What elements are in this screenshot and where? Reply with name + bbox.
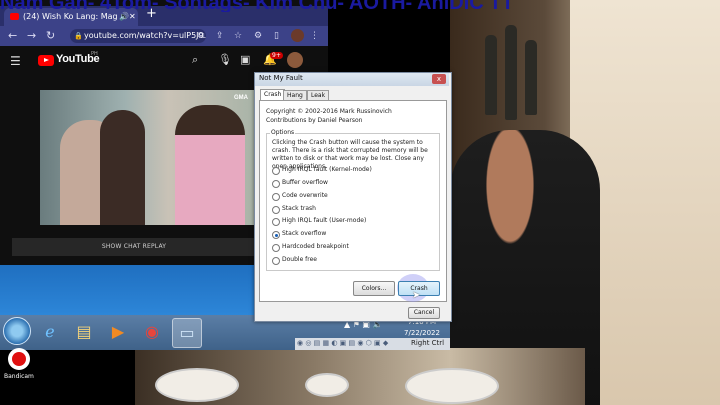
background-photo bbox=[450, 0, 720, 405]
start-button[interactable] bbox=[3, 317, 31, 345]
youtube-logo-icon[interactable] bbox=[38, 55, 54, 66]
country-code: PH bbox=[91, 51, 98, 57]
url-field[interactable]: 🔒 youtube.com/watch?v=ulP5J9... bbox=[70, 29, 206, 43]
record-icon[interactable] bbox=[8, 348, 30, 370]
hamburger-menu-icon[interactable]: ☰ bbox=[10, 54, 21, 68]
contributions-text: Contributions by Daniel Pearson bbox=[266, 117, 363, 124]
channel-watermark: GMA bbox=[234, 95, 248, 101]
radio-button[interactable] bbox=[272, 193, 280, 201]
radio-button[interactable] bbox=[272, 244, 280, 252]
options-label: Options bbox=[270, 129, 296, 136]
taskbar-file-explorer[interactable]: ▤ bbox=[70, 318, 98, 346]
create-video-icon[interactable]: ▣ bbox=[240, 53, 250, 66]
internet-explorer-icon: ℯ bbox=[45, 322, 55, 341]
url-text: youtube.com/watch?v=ulP5J9... bbox=[84, 31, 206, 40]
microphone-icon[interactable]: 🎙 bbox=[218, 53, 232, 66]
cancel-button[interactable]: Cancel bbox=[408, 307, 440, 319]
taskbar-internet-explorer[interactable]: ℯ bbox=[36, 318, 64, 346]
back-icon[interactable]: ← bbox=[8, 26, 17, 46]
clock-date[interactable]: 7/22/2022 bbox=[403, 329, 441, 337]
install-icon[interactable]: ⧉ bbox=[198, 26, 204, 46]
colors-button[interactable]: Colors... bbox=[353, 281, 395, 296]
bottom-photo bbox=[135, 348, 585, 405]
overlay-title: Nam Gan- 4Tom- Sontags- Kim Chu- AOTH- A… bbox=[0, 0, 514, 12]
extensions-icon[interactable]: ⚙ bbox=[254, 26, 262, 46]
media-player-icon: ▶ bbox=[111, 322, 125, 341]
radio-button[interactable] bbox=[272, 218, 280, 226]
profile-avatar[interactable] bbox=[291, 29, 304, 42]
account-avatar[interactable] bbox=[287, 52, 303, 68]
video-player[interactable] bbox=[40, 90, 254, 225]
bandicam-label: Bandicam bbox=[4, 373, 34, 380]
taskbar-vm-window[interactable]: ▭ bbox=[172, 318, 202, 348]
mouse-pointer-icon: ➤ bbox=[412, 290, 421, 301]
lock-icon: 🔒 bbox=[74, 32, 83, 40]
vm-icon: ▭ bbox=[179, 323, 195, 342]
sidebar-icon[interactable]: ▯ bbox=[274, 26, 279, 46]
taskbar-chrome[interactable]: ◉ bbox=[138, 318, 166, 346]
radio-button[interactable] bbox=[272, 167, 280, 175]
folder-icon: ▤ bbox=[76, 322, 92, 341]
share-icon[interactable]: ⇪ bbox=[216, 26, 224, 46]
search-icon[interactable]: ⌕ bbox=[192, 53, 198, 67]
dialog-close-button[interactable]: x bbox=[432, 74, 446, 84]
radio-button[interactable] bbox=[272, 206, 280, 214]
show-chat-replay-button[interactable]: SHOW CHAT REPLAY bbox=[12, 238, 256, 256]
radio-button-selected[interactable] bbox=[272, 231, 280, 239]
radio-button[interactable] bbox=[272, 257, 280, 265]
youtube-favicon-icon bbox=[10, 13, 19, 20]
vm-status-icons[interactable]: ◉ ◎ ▤ ▦ ◐ ▣ ▤ ◉ ⬡ ▣ ◆ bbox=[297, 339, 388, 347]
dialog-title: Not My Fault bbox=[259, 74, 303, 82]
chrome-icon: ◉ bbox=[145, 322, 159, 341]
star-icon[interactable]: ☆ bbox=[234, 26, 242, 46]
radio-button[interactable] bbox=[272, 180, 280, 188]
notification-badge: 9+ bbox=[270, 52, 283, 59]
copyright-text: Copyright © 2002-2016 Mark Russinovich bbox=[266, 108, 392, 115]
taskbar-media-player[interactable]: ▶ bbox=[104, 318, 132, 346]
more-menu-icon[interactable]: ⋮ bbox=[310, 26, 319, 46]
forward-icon[interactable]: → bbox=[27, 26, 36, 46]
host-key-label: Right Ctrl bbox=[411, 339, 445, 347]
reload-icon[interactable]: ↻ bbox=[46, 26, 55, 46]
system-tray[interactable]: ▲ ⚑ ▣ 🔈 bbox=[344, 320, 404, 336]
